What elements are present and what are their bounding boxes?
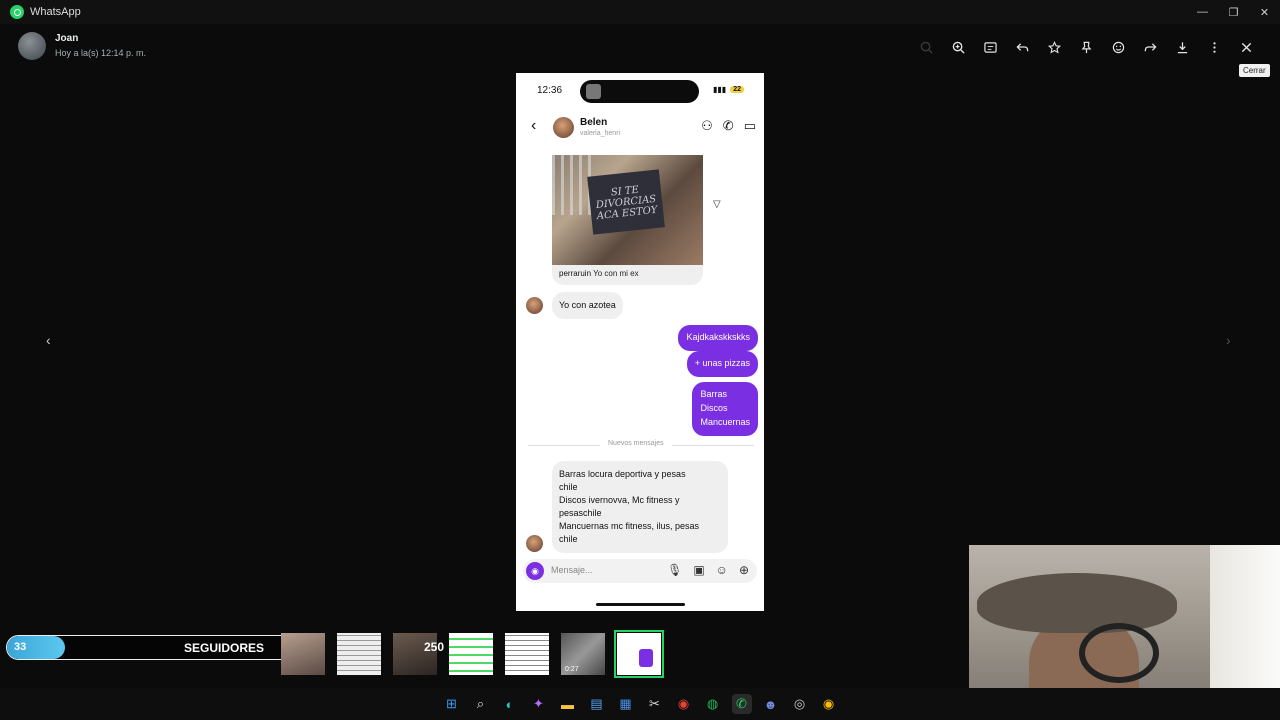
obs-icon[interactable]: ◎ <box>790 694 810 714</box>
media-thumbnail-video[interactable]: 0:27 <box>561 633 605 675</box>
zoom-in-icon[interactable] <box>942 36 974 58</box>
next-media-icon[interactable]: › <box>1226 332 1231 348</box>
share-icon: ▽ <box>713 199 721 210</box>
caption-user: perraruin <box>559 269 592 278</box>
message-composer: ◉ Mensaje... 🎙︎ ▣ ☺ ⊕ <box>523 559 757 583</box>
media-image-phone-screenshot: 12:36 ▮▮▮ 22 ‹ Belen valeria_henri ⚇ ✆ ▭… <box>516 73 764 611</box>
spotify-icon[interactable]: ◍ <box>703 694 723 714</box>
viewer-toolbar <box>910 36 1262 58</box>
whatsapp-icon[interactable]: ✆ <box>731 694 752 714</box>
headset <box>1079 623 1159 683</box>
outgoing-message: + unas pizzas <box>686 351 758 377</box>
app-title: WhatsApp <box>30 6 81 18</box>
back-icon: ‹ <box>531 117 537 134</box>
media-thumbnail[interactable] <box>505 633 549 675</box>
media-thumbnail-strip: 0:27 <box>281 630 664 678</box>
previous-media-icon[interactable]: ‹ <box>46 332 51 348</box>
message-line: Barras locura deportiva y pesas <box>559 469 686 479</box>
media-viewer-header: Joan Hoy a la(s) 12:14 p. m. <box>0 24 1280 70</box>
dynamic-island <box>580 80 699 103</box>
outgoing-message: Kajdkakskkskks <box>678 325 758 351</box>
windows-taskbar: ⊞ ⌕ ◐ ✦ ▬ ▤ ▦ ✂ ◉ ◍ ✆ ☻ ◎ ◉ <box>0 688 1280 720</box>
maximize-button[interactable]: ❐ <box>1218 0 1249 24</box>
new-messages-label: Nuevos mensajes <box>600 440 672 447</box>
more-icon[interactable] <box>1198 36 1230 58</box>
phone-status-time: 12:36 <box>537 85 563 96</box>
edge-icon[interactable]: ◐ <box>500 694 520 714</box>
followers-goal: 250 <box>424 640 445 654</box>
incoming-message-list: Barras locura deportiva y pesas chile Di… <box>552 461 728 554</box>
message-line: chile <box>559 534 578 545</box>
followers-current: 33 <box>14 641 27 653</box>
forward-icon[interactable] <box>1134 36 1166 58</box>
battery-indicator: 22 <box>730 86 744 93</box>
windows-start-icon[interactable]: ⊞ <box>442 694 462 714</box>
zoom-out-icon[interactable] <box>910 36 942 58</box>
incoming-message: Yo con azotea <box>552 292 623 320</box>
whatsapp-logo-icon <box>10 5 24 19</box>
search-icon[interactable]: ⌕ <box>471 694 491 714</box>
phone-call-icon: ✆ <box>722 118 734 133</box>
chat-header: ‹ Belen valeria_henri ⚇ ✆ ▭ <box>516 113 764 143</box>
close-icon[interactable] <box>1230 36 1262 58</box>
phone-status-icons: ▮▮▮ 22 <box>713 85 744 94</box>
composer-placeholder: Mensaje... <box>551 565 593 575</box>
media-thumbnail-selected[interactable] <box>614 630 664 678</box>
calculator-icon[interactable]: ▦ <box>616 694 636 714</box>
plus-icon: ⊕ <box>738 563 749 577</box>
media-thumbnail[interactable] <box>337 633 381 675</box>
shared-photo: SI TE DIVORCIAS ACA ESTOY <box>552 155 703 265</box>
protest-sign: SI TE DIVORCIAS ACA ESTOY <box>587 169 665 235</box>
island-app-icon <box>586 84 601 99</box>
followers-goal-bar: 33 SEGUIDORES <box>6 635 300 660</box>
close-tooltip: Cerrar <box>1239 64 1270 77</box>
star-icon[interactable] <box>1038 36 1070 58</box>
sender-avatar[interactable] <box>18 32 46 60</box>
download-icon[interactable] <box>1166 36 1198 58</box>
store-icon[interactable]: ▤ <box>587 694 607 714</box>
message-line: chile <box>559 482 578 493</box>
message-line: Mancuernas mc fitness, ilus, pesas <box>559 521 700 532</box>
gallery-icon: ▣ <box>693 563 705 577</box>
video-call-icon: ▭ <box>743 118 756 133</box>
message-line: Discos ivernovva, Mc fitness y <box>559 495 680 506</box>
chrome-profile-icon[interactable]: ◉ <box>819 694 839 714</box>
minimize-button[interactable]: — <box>1187 0 1218 24</box>
home-indicator <box>596 603 685 606</box>
snipping-tool-icon[interactable]: ✂ <box>645 694 665 714</box>
followers-label: SEGUIDORES <box>184 641 265 655</box>
reply-icon[interactable] <box>1006 36 1038 58</box>
video-duration: 0:27 <box>565 666 579 673</box>
window-close-button[interactable]: ✕ <box>1249 0 1280 24</box>
copilot-icon[interactable]: ✦ <box>529 694 549 714</box>
sender-timestamp: Hoy a la(s) 12:14 p. m. <box>55 48 147 58</box>
chrome-icon[interactable]: ◉ <box>674 694 694 714</box>
sticker-icon: ⚇ <box>701 118 713 133</box>
message-avatar <box>526 297 543 314</box>
media-thumbnail[interactable] <box>449 633 493 675</box>
contact-avatar <box>553 117 574 138</box>
sender-name: Joan <box>55 33 79 44</box>
emoji-icon[interactable] <box>1102 36 1134 58</box>
caption-text: Yo con mi ex <box>593 269 639 278</box>
camera-icon: ◉ <box>526 562 544 580</box>
outgoing-message: Barras Discos Mancuernas <box>692 382 758 436</box>
signal-icon: ▮▮▮ <box>712 85 727 94</box>
window-titlebar: WhatsApp — ❐ ✕ <box>0 0 1280 24</box>
contact-username: valeria_henri <box>580 130 621 137</box>
cowboy-hat <box>977 573 1177 633</box>
message-line: pesaschile <box>559 508 602 519</box>
contact-name: Belen <box>580 117 608 128</box>
file-explorer-icon[interactable]: ▬ <box>558 694 578 714</box>
pin-icon[interactable] <box>1070 36 1102 58</box>
media-thumbnail[interactable] <box>281 633 325 675</box>
discord-icon[interactable]: ☻ <box>761 694 781 714</box>
photo-caption: perraruin Yo con mi ex <box>552 265 703 285</box>
caption-icon[interactable] <box>974 36 1006 58</box>
microphone-icon: 🎙︎ <box>667 563 683 577</box>
message-avatar <box>526 535 543 552</box>
sticker-icon: ☺ <box>715 563 728 577</box>
